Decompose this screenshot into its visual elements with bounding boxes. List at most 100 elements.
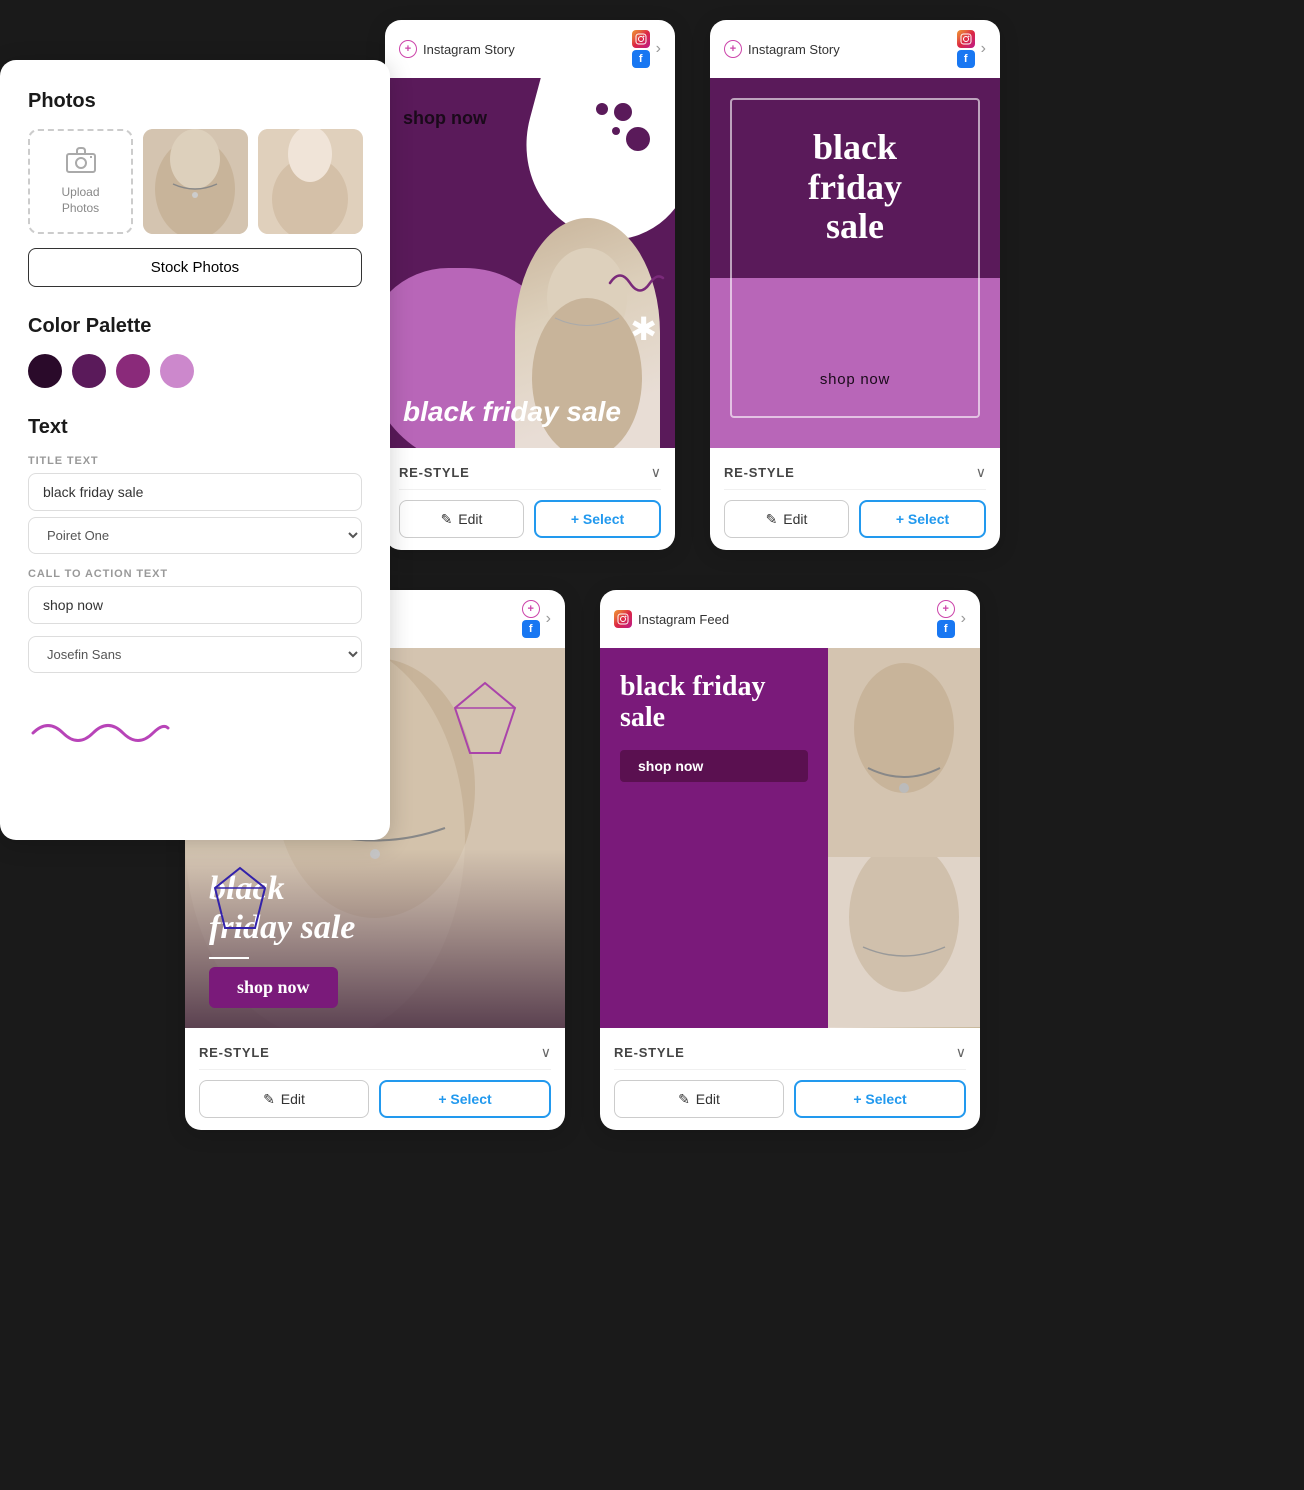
color-dots-row [28, 354, 362, 388]
upload-label: UploadPhotos [61, 185, 99, 216]
color-swatch-4[interactable] [160, 354, 194, 388]
card-2-type-label: Instagram Story [748, 42, 840, 57]
card-3-restyle-chevron: ∨ [541, 1044, 551, 1061]
card-4-title: black friday sale [620, 672, 808, 734]
card-3-restyle-label: RE-STYLE [199, 1045, 270, 1060]
cta-text-input[interactable] [28, 586, 362, 624]
color-swatch-1[interactable] [28, 354, 62, 388]
card-2-select-button[interactable]: + Select [859, 500, 986, 538]
photos-row: UploadPhotos [28, 129, 362, 234]
upload-icon [65, 146, 97, 181]
font-selector-2[interactable]: Josefin Sans [28, 636, 362, 673]
card-1-restyle-label: RE-STYLE [399, 465, 470, 480]
card-1-edit-label: Edit [458, 511, 482, 527]
jewelry-photo-bg-2 [258, 129, 363, 234]
card-1-add-icon[interactable]: + [399, 40, 417, 58]
card-4-photo-bottom [828, 857, 980, 1028]
card-4-left-section: black friday sale shop now [600, 648, 828, 1028]
card-2-edit-button[interactable]: ✎ Edit [724, 500, 849, 538]
title-text-label: TITLE TEXT [28, 455, 362, 467]
card-3-add-icon[interactable]: + [522, 600, 540, 618]
card-2-chevron-icon[interactable]: › [981, 40, 986, 58]
card-1-squiggle [605, 263, 665, 308]
card-1-bg: shop now ✱ black friday sale [385, 78, 675, 448]
color-swatch-3[interactable] [116, 354, 150, 388]
card-1-select-label: + Select [571, 511, 624, 527]
card-1-buttons: ✎ Edit + Select [399, 500, 661, 538]
card-4-select-button[interactable]: + Select [794, 1080, 966, 1118]
card-1-instagram-icon [632, 30, 650, 48]
card-3-divider [209, 957, 249, 959]
card-1-header: + Instagram Story f › [385, 20, 675, 78]
card-1-restyle-bar[interactable]: RE-STYLE ∨ [399, 456, 661, 490]
card-2-buttons: ✎ Edit + Select [724, 500, 986, 538]
card-2-header: + Instagram Story f › [710, 20, 1000, 78]
card-4-header-left: Instagram Feed [614, 610, 729, 628]
card-4-bg: black friday sale shop now [600, 648, 980, 1028]
card-1-chevron-icon[interactable]: › [656, 40, 661, 58]
template-card-1: + Instagram Story f › [385, 20, 675, 550]
card-4-select-label: + Select [853, 1091, 906, 1107]
photo-thumb-1[interactable] [143, 129, 248, 234]
card-3-footer: RE-STYLE ∨ ✎ Edit + Select [185, 1028, 565, 1130]
font-selector-1[interactable]: Poiret One [28, 517, 362, 554]
card-2-restyle-bar[interactable]: RE-STYLE ∨ [724, 456, 986, 490]
card-2-add-icon[interactable]: + [724, 40, 742, 58]
card-3-diamond-top [445, 678, 525, 763]
card-3-select-button[interactable]: + Select [379, 1080, 551, 1118]
color-swatch-2[interactable] [72, 354, 106, 388]
card-4-right-section [828, 648, 980, 1028]
card-2-restyle-label: RE-STYLE [724, 465, 795, 480]
card-3-edit-icon: ✎ [263, 1091, 275, 1108]
card-2-bg: blackfridaysale shop now [710, 78, 1000, 448]
card-1-edit-icon: ✎ [441, 511, 453, 528]
title-text-input[interactable] [28, 473, 362, 511]
card-2-template-image: blackfridaysale shop now [710, 78, 1000, 448]
card-4-restyle-chevron: ∨ [956, 1044, 966, 1061]
card-3-select-label: + Select [438, 1091, 491, 1107]
stock-photos-button[interactable]: Stock Photos [28, 248, 362, 287]
card-1-edit-button[interactable]: ✎ Edit [399, 500, 524, 538]
card-4-photo-top [828, 648, 980, 857]
card-4-buttons: ✎ Edit + Select [614, 1080, 966, 1118]
card-1-template-image: shop now ✱ black friday sale [385, 78, 675, 448]
card-2-shop-now: shop now [710, 371, 1000, 388]
text-section-title: Text [28, 416, 362, 439]
card-3-facebook-icon: f [522, 620, 540, 638]
color-palette-title: Color Palette [28, 315, 362, 338]
card-2-title: blackfridaysale [710, 128, 1000, 247]
card-3-restyle-bar[interactable]: RE-STYLE ∨ [199, 1036, 551, 1070]
template-card-2: + Instagram Story f › blackfridaysale sh… [710, 20, 1000, 550]
card-4-add-icon[interactable]: + [937, 600, 955, 618]
card-1-title: black friday sale [403, 397, 621, 428]
card-4-shop-btn: shop now [620, 750, 808, 782]
cta-text-label: CALL TO ACTION TEXT [28, 568, 362, 580]
color-palette-section: Color Palette [28, 315, 362, 388]
card-4-edit-button[interactable]: ✎ Edit [614, 1080, 784, 1118]
card-4-chevron-icon[interactable]: › [961, 610, 966, 628]
photos-section: Photos UploadPhotos [28, 90, 362, 287]
text-section: Text TITLE TEXT Poiret One CALL TO ACTIO… [28, 416, 362, 673]
card-4-template-image: black friday sale shop now [600, 648, 980, 1028]
card-3-edit-button[interactable]: ✎ Edit [199, 1080, 369, 1118]
upload-box[interactable]: UploadPhotos [28, 129, 133, 234]
card-4-restyle-bar[interactable]: RE-STYLE ∨ [614, 1036, 966, 1070]
card-3-edit-label: Edit [281, 1091, 305, 1107]
card-2-edit-label: Edit [783, 511, 807, 527]
jewelry-photo-bg-1 [143, 129, 248, 234]
card-1-type-label: Instagram Story [423, 42, 515, 57]
card-1-select-button[interactable]: + Select [534, 500, 661, 538]
photo-thumb-2[interactable] [258, 129, 363, 234]
card-2-restyle-chevron: ∨ [976, 464, 986, 481]
card-1-asterisk: ✱ [630, 310, 657, 348]
card-2-header-left: + Instagram Story [724, 40, 840, 58]
card-4-edit-label: Edit [696, 1091, 720, 1107]
left-panel: Photos UploadPhotos [0, 60, 390, 840]
card-2-edit-icon: ✎ [766, 511, 778, 528]
card-1-facebook-icon: f [632, 50, 650, 68]
card-3-chevron-icon[interactable]: › [546, 610, 551, 628]
card-4-instagram-icon [614, 610, 632, 628]
card-1-shop-now-text: shop now [403, 108, 487, 129]
card-4-footer: RE-STYLE ∨ ✎ Edit + Select [600, 1028, 980, 1130]
card-1-header-left: + Instagram Story [399, 40, 515, 58]
